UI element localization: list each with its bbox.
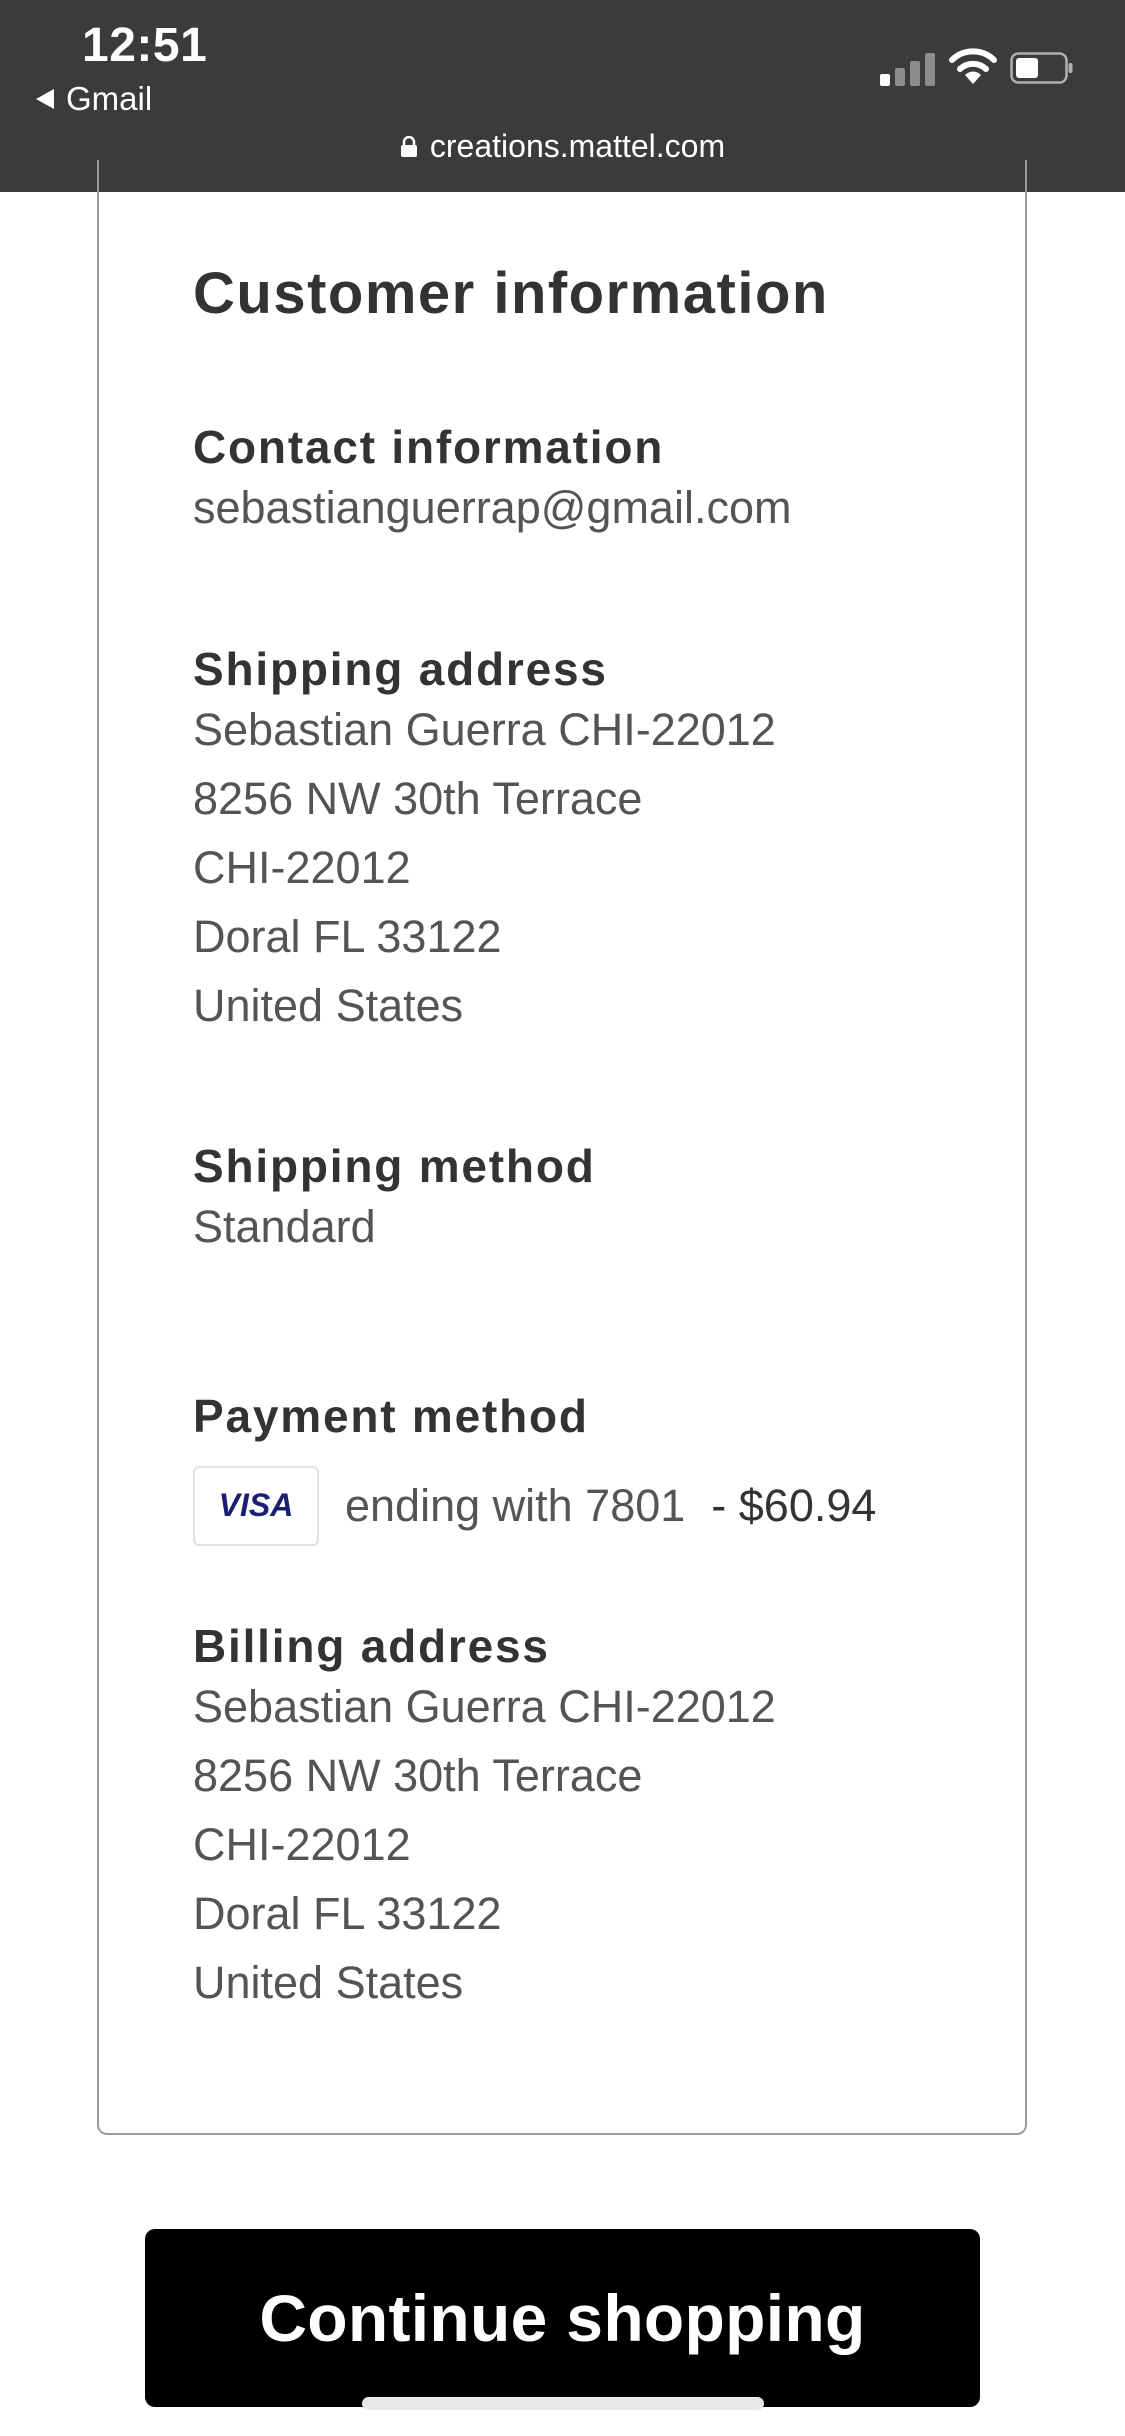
- back-arrow-icon: [36, 89, 54, 109]
- shipping-address-block: Sebastian Guerra CHI-22012 8256 NW 30th …: [193, 695, 776, 1040]
- billing-address-line: Doral FL 33122: [193, 1888, 502, 1939]
- contact-email: sebastianguerrap@gmail.com: [193, 482, 792, 533]
- battery-icon: [1010, 52, 1073, 84]
- billing-address-line: CHI-22012: [193, 1819, 411, 1870]
- shipping-address-line: CHI-22012: [193, 842, 411, 893]
- back-app-label: Gmail: [66, 80, 153, 117]
- shipping-address-heading: Shipping address: [193, 643, 608, 695]
- back-to-app-button[interactable]: Gmail: [36, 80, 152, 118]
- billing-address-line: Sebastian Guerra CHI-22012: [193, 1681, 776, 1732]
- payment-method-heading: Payment method: [193, 1390, 589, 1442]
- customer-information-card: Customer information Contact information…: [97, 160, 1027, 2135]
- lock-icon: [400, 135, 417, 157]
- page-title: Customer information: [193, 261, 829, 326]
- shipping-address-line: United States: [193, 980, 464, 1031]
- shipping-method-value: Standard: [193, 1201, 376, 1252]
- visa-logo-icon: VISA: [193, 1466, 319, 1546]
- shipping-method-heading: Shipping method: [193, 1140, 596, 1192]
- billing-address-heading: Billing address: [193, 1620, 550, 1672]
- status-time: 12:51: [82, 19, 208, 72]
- cellular-signal-icon: [880, 52, 936, 86]
- shipping-address-line: 8256 NW 30th Terrace: [193, 773, 643, 824]
- shipping-address-line: Doral FL 33122: [193, 911, 502, 962]
- billing-address-line: United States: [193, 1957, 464, 2008]
- contact-information-heading: Contact information: [193, 421, 665, 473]
- wifi-icon: [949, 48, 997, 84]
- svg-text:VISA: VISA: [219, 1490, 294, 1522]
- billing-address-line: 8256 NW 30th Terrace: [193, 1750, 643, 1801]
- billing-address-block: Sebastian Guerra CHI-22012 8256 NW 30th …: [193, 1672, 776, 2017]
- shipping-address-line: Sebastian Guerra CHI-22012: [193, 704, 776, 755]
- payment-amount: - $60.94: [711, 1480, 877, 1531]
- payment-card-ending: ending with 7801: [345, 1480, 686, 1531]
- payment-method-row: VISA ending with 7801 - $60.94: [193, 1466, 876, 1546]
- home-indicator[interactable]: [362, 2397, 764, 2410]
- continue-shopping-button[interactable]: Continue shopping: [145, 2229, 980, 2407]
- visa-logo-icon: VISA: [219, 1490, 294, 1522]
